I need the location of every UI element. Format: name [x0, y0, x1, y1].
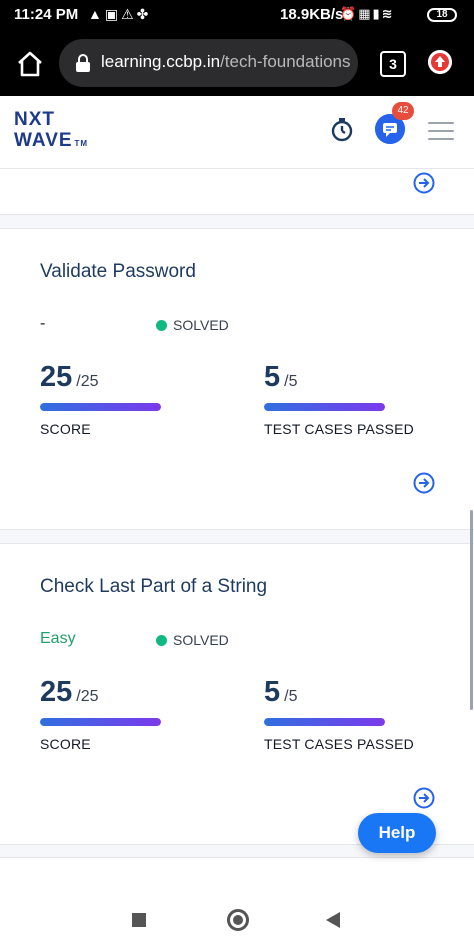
- arrow-right-circle-icon[interactable]: [413, 472, 435, 494]
- logo-wave: WAVE: [14, 130, 73, 151]
- tests-value: 5/5: [264, 361, 297, 394]
- problem-title[interactable]: Validate Password: [40, 261, 196, 283]
- problem-card[interactable]: Check Last Part of a String Easy SOLVED …: [0, 543, 474, 845]
- difficulty-label: Easy: [40, 630, 76, 647]
- arrow-right-circle-icon[interactable]: [413, 787, 435, 809]
- wifi-icon: ≋: [381, 6, 395, 21]
- tests-value: 5/5: [264, 676, 297, 709]
- volte-icon: ▦: [358, 6, 373, 21]
- problem-card[interactable]: Validate Password - SOLVED 25/25 SCORE 5…: [0, 228, 474, 530]
- score-total: /25: [76, 373, 99, 390]
- help-button[interactable]: Help: [358, 813, 436, 853]
- tests-progress-bar: [264, 718, 385, 726]
- back-icon[interactable]: [326, 912, 340, 928]
- recents-icon[interactable]: [132, 913, 146, 927]
- home-icon[interactable]: [16, 50, 44, 78]
- url-text: learning.ccbp.in/tech-foundations: [101, 52, 351, 72]
- tests-label: TEST CASES PASSED: [264, 421, 414, 437]
- score-number: 25: [40, 361, 73, 393]
- battery-icon: 18: [427, 8, 457, 22]
- solved-dot-icon: [156, 635, 167, 646]
- status-right-icons: ⏰▦▮≋: [340, 6, 395, 22]
- hamburger-menu-icon[interactable]: [428, 122, 454, 140]
- difficulty-label: -: [40, 315, 46, 332]
- notification-badge: 42: [392, 102, 414, 120]
- problem-card-next: [0, 857, 474, 891]
- tests-number: 5: [264, 361, 281, 393]
- solved-dot-icon: [156, 320, 167, 331]
- alarm-icon: ⏰: [340, 6, 359, 21]
- score-number: 25: [40, 676, 73, 708]
- navigation-icon: ▲: [88, 6, 105, 22]
- logo-line-1: NXT: [14, 109, 55, 130]
- tests-total: /5: [284, 688, 298, 705]
- problems-list[interactable]: Validate Password - SOLVED 25/25 SCORE 5…: [0, 169, 474, 891]
- status-time: 11:24 PM: [14, 6, 79, 23]
- problem-card-previous: [0, 169, 474, 215]
- url-domain: learning.ccbp.in: [101, 52, 221, 71]
- url-path: /tech-foundations: [220, 52, 351, 71]
- score-value: 25/25: [40, 361, 99, 394]
- logo-tm: TM: [74, 139, 89, 148]
- score-label: SCORE: [40, 421, 91, 437]
- status-bar: 11:24 PM ▲▣⚠✤ 18.9KB/s ⏰▦▮≋ 18: [0, 0, 474, 30]
- tab-switcher-button[interactable]: 3: [380, 51, 406, 77]
- stopwatch-icon[interactable]: [330, 116, 354, 142]
- score-value: 25/25: [40, 676, 99, 709]
- status-text: SOLVED: [173, 632, 229, 648]
- gallery-icon: ▣: [104, 6, 122, 22]
- app-header: NXT WAVE TM 42: [0, 96, 474, 169]
- signal-icon: ▮: [372, 6, 382, 21]
- tests-total: /5: [284, 373, 298, 390]
- fan-icon: ✤: [136, 6, 152, 22]
- network-speed: 18.9KB/s: [280, 6, 344, 23]
- arrow-right-circle-icon[interactable]: [413, 172, 435, 194]
- system-nav-bar: [0, 891, 474, 948]
- scrollbar[interactable]: [470, 510, 473, 710]
- lock-icon: [76, 54, 90, 72]
- status-badge: SOLVED: [156, 317, 229, 333]
- update-icon[interactable]: [428, 50, 452, 74]
- status-left-icons: ▲▣⚠✤: [88, 6, 151, 23]
- tests-label: TEST CASES PASSED: [264, 736, 414, 752]
- address-bar[interactable]: learning.ccbp.in/tech-foundations: [59, 39, 358, 87]
- score-progress-bar: [40, 403, 161, 411]
- status-badge: SOLVED: [156, 632, 229, 648]
- home-circle-icon[interactable]: [227, 909, 249, 931]
- problem-title[interactable]: Check Last Part of a String: [40, 576, 267, 598]
- status-text: SOLVED: [173, 317, 229, 333]
- score-label: SCORE: [40, 736, 91, 752]
- score-progress-bar: [40, 718, 161, 726]
- score-total: /25: [76, 688, 99, 705]
- alert-icon: ⚠: [121, 6, 137, 22]
- browser-toolbar: learning.ccbp.in/tech-foundations 3: [0, 30, 474, 96]
- tests-progress-bar: [264, 403, 385, 411]
- logo-line-2: WAVE TM: [14, 130, 88, 152]
- tests-number: 5: [264, 676, 281, 708]
